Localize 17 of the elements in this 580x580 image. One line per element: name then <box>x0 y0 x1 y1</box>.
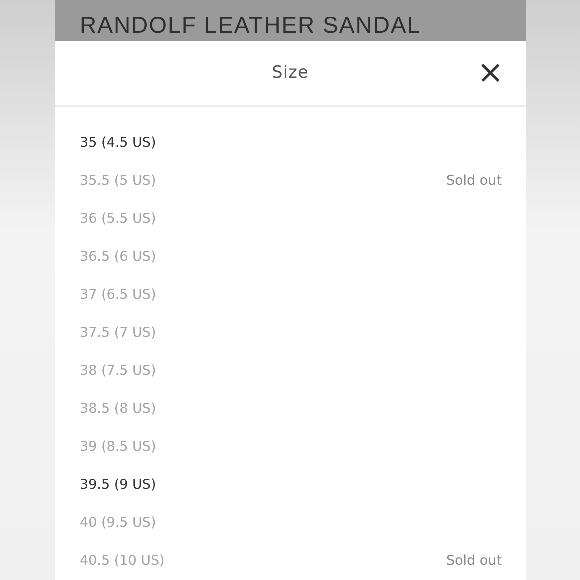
sold-out-label: Sold out <box>446 553 502 569</box>
product-title: RANDOLF LEATHER SANDAL <box>80 12 422 39</box>
size-option[interactable]: 37.5 (7 US) <box>80 325 156 341</box>
size-option[interactable]: 36.5 (6 US) <box>80 249 156 265</box>
size-option[interactable]: 40.5 (10 US) <box>80 553 165 569</box>
size-option[interactable]: 39 (8.5 US) <box>80 439 156 455</box>
sold-out-label: Sold out <box>446 173 502 189</box>
size-option[interactable]: 40 (9.5 US) <box>80 515 156 531</box>
size-option[interactable]: 39.5 (9 US) <box>80 477 156 493</box>
size-option[interactable]: 37 (6.5 US) <box>80 287 156 303</box>
close-button[interactable]: × <box>477 58 504 86</box>
size-option[interactable]: 35.5 (5 US) <box>80 173 156 189</box>
size-option[interactable]: 36 (5.5 US) <box>80 211 156 227</box>
sheet-title: Size <box>272 63 309 83</box>
size-option[interactable]: 38.5 (8 US) <box>80 401 156 417</box>
size-option[interactable]: 38 (7.5 US) <box>80 363 156 379</box>
size-option[interactable]: 35 (4.5 US) <box>80 135 156 151</box>
